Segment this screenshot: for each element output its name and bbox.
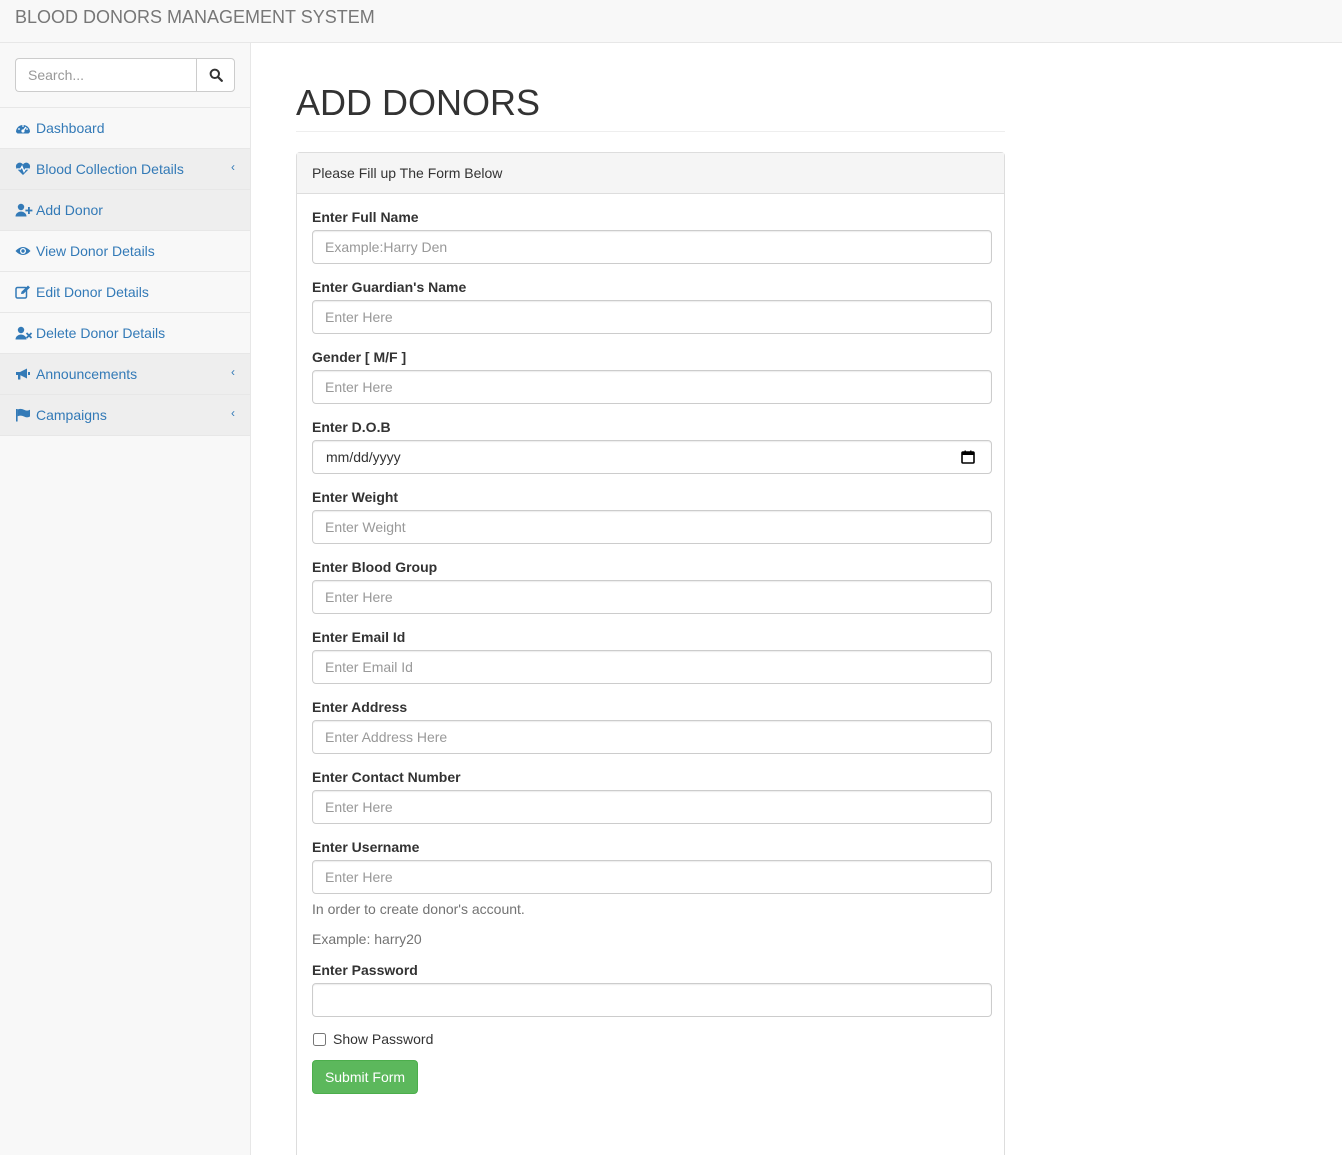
password-label: Enter Password — [312, 962, 418, 978]
weight-group: Enter Weight — [312, 489, 992, 544]
dob-label: Enter D.O.B — [312, 419, 391, 435]
sidebar-item-announcements[interactable]: Announcements ‹ — [0, 354, 250, 395]
chevron-left-icon: ‹ — [231, 160, 235, 174]
search-button[interactable] — [196, 58, 235, 92]
main-content: ADD DONORS Please Fill up The Form Below… — [296, 43, 1005, 1155]
dob-group: Enter D.O.B mm/dd/yyyy — [312, 419, 992, 474]
contact-label: Enter Contact Number — [312, 769, 461, 785]
full-name-label: Enter Full Name — [312, 209, 419, 225]
gender-input[interactable] — [312, 370, 992, 404]
user-times-icon — [15, 326, 33, 340]
contact-group: Enter Contact Number — [312, 769, 992, 824]
sidebar-item-label: Delete Donor Details — [36, 325, 166, 341]
app-title[interactable]: BLOOD DONORS MANAGEMENT SYSTEM — [15, 7, 375, 28]
sidebar-item-campaigns[interactable]: Campaigns ‹ — [0, 395, 250, 436]
username-help-text: In order to create donor's account. — [312, 901, 525, 917]
sidebar-item-add-donor[interactable]: Add Donor — [0, 190, 250, 231]
dashboard-icon — [15, 121, 33, 135]
edit-icon — [15, 285, 33, 299]
blood-group-label: Enter Blood Group — [312, 559, 438, 575]
sidebar-item-label: Add Donor — [36, 202, 103, 218]
username-group: Enter Username In order to create donor'… — [312, 839, 992, 947]
sidebar-item-blood-collection[interactable]: Blood Collection Details ‹ — [0, 149, 250, 190]
sidebar: Dashboard Blood Collection Details ‹ Add… — [0, 43, 251, 1155]
sidebar-item-label: Campaigns — [36, 407, 107, 423]
address-input[interactable] — [312, 720, 992, 754]
show-password-row: Show Password — [312, 1031, 992, 1047]
guardian-name-group: Enter Guardian's Name — [312, 279, 992, 334]
calendar-icon[interactable] — [961, 450, 975, 467]
chevron-left-icon: ‹ — [231, 406, 235, 420]
page-title: ADD DONORS — [296, 84, 1005, 132]
gender-label: Gender [ M/F ] — [312, 349, 407, 365]
weight-input[interactable] — [312, 510, 992, 544]
username-label: Enter Username — [312, 839, 420, 855]
user-plus-icon — [15, 203, 33, 217]
dob-input[interactable]: mm/dd/yyyy — [312, 440, 992, 474]
show-password-label: Show Password — [333, 1031, 434, 1047]
sidebar-item-label: Announcements — [36, 366, 138, 382]
eye-icon — [15, 244, 33, 258]
sidebar-search — [0, 43, 250, 108]
password-group: Enter Password — [312, 962, 992, 1017]
panel-heading: Please Fill up The Form Below — [297, 153, 1004, 194]
sidebar-item-label: View Donor Details — [36, 243, 155, 259]
top-navbar: BLOOD DONORS MANAGEMENT SYSTEM — [0, 0, 1342, 43]
full-name-group: Enter Full Name — [312, 209, 992, 264]
show-password-checkbox[interactable] — [313, 1032, 326, 1046]
search-icon — [209, 68, 223, 82]
flag-icon — [15, 408, 33, 422]
sidebar-item-edit-donor[interactable]: Edit Donor Details — [0, 272, 250, 313]
chevron-left-icon: ‹ — [231, 365, 235, 379]
email-group: Enter Email Id — [312, 629, 992, 684]
sidebar-item-view-donor[interactable]: View Donor Details — [0, 231, 250, 272]
sidebar-item-label: Dashboard — [36, 120, 105, 136]
username-input[interactable] — [312, 860, 992, 894]
search-input[interactable] — [15, 58, 197, 92]
password-input[interactable] — [312, 983, 992, 1017]
submit-button[interactable]: Submit Form — [312, 1060, 418, 1094]
full-name-input[interactable] — [312, 230, 992, 264]
guardian-name-input[interactable] — [312, 300, 992, 334]
address-group: Enter Address — [312, 699, 992, 754]
gender-group: Gender [ M/F ] — [312, 349, 992, 404]
weight-label: Enter Weight — [312, 489, 399, 505]
bullhorn-icon — [15, 367, 33, 381]
sidebar-item-delete-donor[interactable]: Delete Donor Details — [0, 313, 250, 354]
sidebar-item-label: Blood Collection Details — [36, 161, 184, 177]
guardian-name-label: Enter Guardian's Name — [312, 279, 467, 295]
form-panel: Please Fill up The Form Below Enter Full… — [296, 152, 1005, 1155]
heartbeat-icon — [15, 162, 33, 176]
contact-input[interactable] — [312, 790, 992, 824]
email-field[interactable] — [312, 650, 992, 684]
blood-group-group: Enter Blood Group — [312, 559, 992, 614]
dob-value: mm/dd/yyyy — [326, 449, 401, 465]
blood-group-input[interactable] — [312, 580, 992, 614]
address-label: Enter Address — [312, 699, 408, 715]
donor-form: Enter Full Name Enter Guardian's Name Ge… — [297, 194, 1004, 1094]
sidebar-item-dashboard[interactable]: Dashboard — [0, 108, 250, 149]
username-example-text: Example: harry20 — [312, 931, 422, 947]
sidebar-item-label: Edit Donor Details — [36, 284, 149, 300]
email-label: Enter Email Id — [312, 629, 406, 645]
